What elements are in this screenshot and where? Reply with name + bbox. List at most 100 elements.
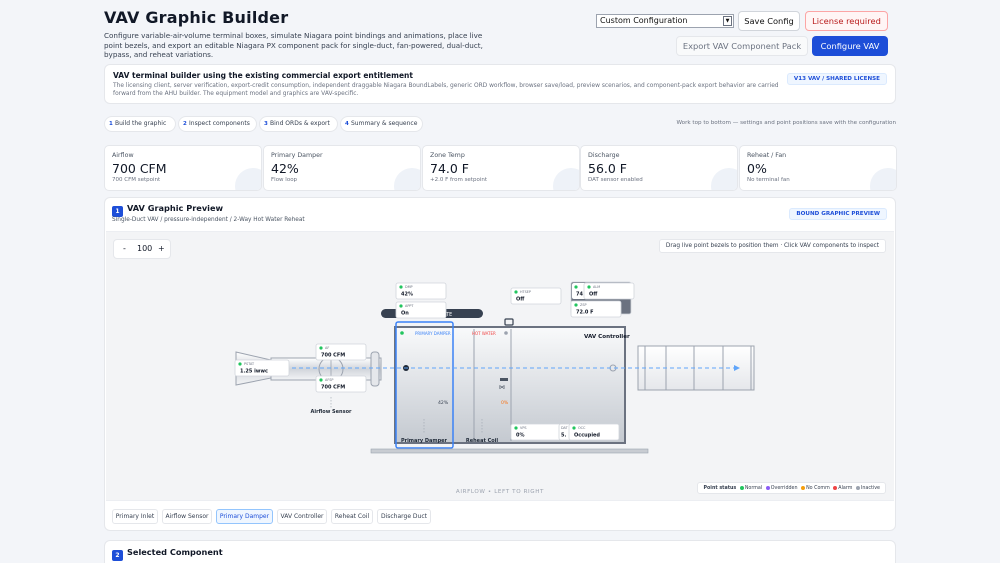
metric-label: Zone Temp xyxy=(430,152,465,159)
svg-text:OCC: OCC xyxy=(578,426,586,430)
page-description: Configure variable-air-volume terminal b… xyxy=(104,31,483,59)
mounting-rail xyxy=(370,448,649,454)
metric-primary-damper: Primary Damper 42% Flow loop xyxy=(263,145,421,191)
metric-discharge: Discharge 56.0 F DAT sensor enabled xyxy=(580,145,738,191)
status-dot-no-comm xyxy=(801,485,806,490)
svg-text:700 CFM: 700 CFM xyxy=(321,353,345,359)
metric-value: 74.0 F xyxy=(430,161,469,176)
status-dot-overridden xyxy=(765,485,770,490)
svg-text:HTSEP: HTSEP xyxy=(520,290,531,294)
legend-title: Point status xyxy=(703,486,737,491)
preview-title: VAV Graphic Preview xyxy=(127,203,224,213)
configure-vav-button[interactable]: Configure VAV xyxy=(812,36,888,56)
status-dot-alarm xyxy=(833,485,838,490)
metric-label: Reheat / Fan xyxy=(747,152,787,159)
step-label: Inspect components xyxy=(189,120,250,127)
reheat-coil-label: Reheat Coil xyxy=(466,438,499,444)
section-number: 1 xyxy=(112,206,123,217)
metric-airflow: Airflow 700 CFM 700 CFM setpoint xyxy=(104,145,262,191)
point-bezel-vps: VPS 0% xyxy=(510,423,562,441)
reheat-percent: 0% xyxy=(501,400,509,406)
metric-value: 700 CFM xyxy=(112,161,167,176)
point-bezel-zsp: ZSP 72.0 F xyxy=(570,300,622,318)
svg-text:DMP: DMP xyxy=(405,285,413,289)
svg-text:74: 74 xyxy=(576,292,583,298)
damper-percent: 42% xyxy=(438,400,449,406)
save-config-button[interactable]: Save Config xyxy=(738,11,800,31)
step-build-graphic[interactable]: 1 Build the graphic xyxy=(104,116,176,132)
metric-subtext: DAT sensor enabled xyxy=(588,177,643,183)
page-header: VAV Graphic Builder Configure variable-a… xyxy=(104,8,896,62)
configuration-select-value: Custom Configuration xyxy=(600,16,688,25)
point-bezel-afsp: AFSP 700 CFM xyxy=(315,375,367,393)
svg-text:⋈: ⋈ xyxy=(499,384,505,391)
metric-subtext: +2.0 F from setpoint xyxy=(430,177,487,183)
svg-text:42%: 42% xyxy=(401,292,413,298)
metric-value: 0% xyxy=(747,161,767,176)
svg-text:DAT: DAT xyxy=(561,426,569,430)
vav-unit-graphic: PRIMARY DAMPER HOT WATER 42% 0% ⋈ COMPOS… xyxy=(234,281,755,454)
notice-title: VAV terminal builder using the existing … xyxy=(113,71,413,80)
metric-reheat-fan: Reheat / Fan 0% No terminal fan xyxy=(739,145,897,191)
graphic-preview-card: 1 VAV Graphic Preview Single-Duct VAV / … xyxy=(104,197,896,531)
chevron-down-icon: ▼ xyxy=(723,16,732,26)
metric-subtext: Flow loop xyxy=(271,177,298,183)
tab-discharge-duct[interactable]: Discharge Duct xyxy=(377,509,431,524)
step-label: Summary & sequence xyxy=(351,120,418,127)
svg-text:APPT: APPT xyxy=(405,304,414,308)
vav-graphic-canvas[interactable]: - 100 + Drag live point bezels to positi… xyxy=(106,231,894,501)
selected-component-title: Selected Component xyxy=(127,547,223,557)
svg-text:ZSP: ZSP xyxy=(580,303,587,307)
tab-reheat-coil[interactable]: Reheat Coil xyxy=(331,509,373,524)
export-component-pack-button[interactable]: Export VAV Component Pack xyxy=(676,36,808,56)
notice-body: The licensing client, server verificatio… xyxy=(113,83,779,97)
tab-primary-inlet[interactable]: Primary Inlet xyxy=(112,509,158,524)
point-bezel-appt: APPT On xyxy=(395,301,447,319)
step-summary-sequence[interactable]: 4 Summary & sequence xyxy=(340,116,423,132)
legend-no-comm: No Comm xyxy=(806,486,830,491)
configuration-select[interactable]: Custom Configuration ▼ xyxy=(596,14,734,28)
primary-damper-label: Primary Damper xyxy=(401,438,448,444)
metric-value: 56.0 F xyxy=(588,161,627,176)
legend-inactive: Inactive xyxy=(860,486,880,491)
license-notice: VAV terminal builder using the existing … xyxy=(104,64,896,104)
step-inspect-components[interactable]: 2 Inspect components xyxy=(178,116,257,132)
status-dot-normal xyxy=(739,485,744,490)
selected-component-card: 2 Selected Component xyxy=(104,540,896,563)
section-number: 2 xyxy=(112,550,123,561)
vav-controller-label: VAV Controller xyxy=(584,334,630,340)
primary-damper-section-label: PRIMARY DAMPER xyxy=(415,331,451,336)
tab-airflow-sensor[interactable]: Airflow Sensor xyxy=(162,509,212,524)
license-required-button[interactable]: License required xyxy=(805,11,888,31)
workflow-steps: 1 Build the graphic 2 Inspect components… xyxy=(104,116,896,132)
svg-text:0%: 0% xyxy=(516,433,525,439)
step-bind-ords[interactable]: 3 Bind ORDs & export xyxy=(259,116,338,132)
inlet-collar xyxy=(370,351,380,387)
svg-text:5.: 5. xyxy=(561,433,566,439)
airflow-sensor-label: Airflow Sensor xyxy=(311,409,353,415)
metric-label: Airflow xyxy=(112,152,134,159)
metric-zone-temp: Zone Temp 74.0 F +2.0 F from setpoint xyxy=(422,145,580,191)
bound-preview-badge: BOUND GRAPHIC PREVIEW xyxy=(789,208,887,220)
svg-text:1.25 iwwc: 1.25 iwwc xyxy=(240,369,268,375)
point-bezel-dmp: DMP 42% xyxy=(395,282,447,300)
svg-text:AF: AF xyxy=(325,346,329,350)
point-bezel-alm: ALM Off xyxy=(583,282,635,300)
step-label: Build the graphic xyxy=(115,120,167,127)
svg-text:ALM: ALM xyxy=(593,285,600,289)
svg-text:Off: Off xyxy=(516,297,525,303)
svg-text:VPS: VPS xyxy=(520,426,527,430)
step-number: 2 xyxy=(183,121,187,127)
step-label: Bind ORDs & export xyxy=(270,120,330,127)
svg-text:700 CFM: 700 CFM xyxy=(321,385,345,391)
svg-text:PSTAT: PSTAT xyxy=(244,362,255,366)
step-number: 4 xyxy=(345,121,349,127)
tab-vav-controller[interactable]: VAV Controller xyxy=(277,509,327,524)
point-bezel-htsep: HTSEP Off xyxy=(510,287,562,305)
hot-water-section-label: HOT WATER xyxy=(472,331,496,336)
license-badge: V13 VAV / SHARED LICENSE xyxy=(786,73,887,85)
svg-text:AFSP: AFSP xyxy=(325,378,333,382)
svg-text:On: On xyxy=(401,311,409,317)
tab-primary-damper[interactable]: Primary Damper xyxy=(216,509,273,524)
svg-text:72.0 F: 72.0 F xyxy=(576,310,594,316)
